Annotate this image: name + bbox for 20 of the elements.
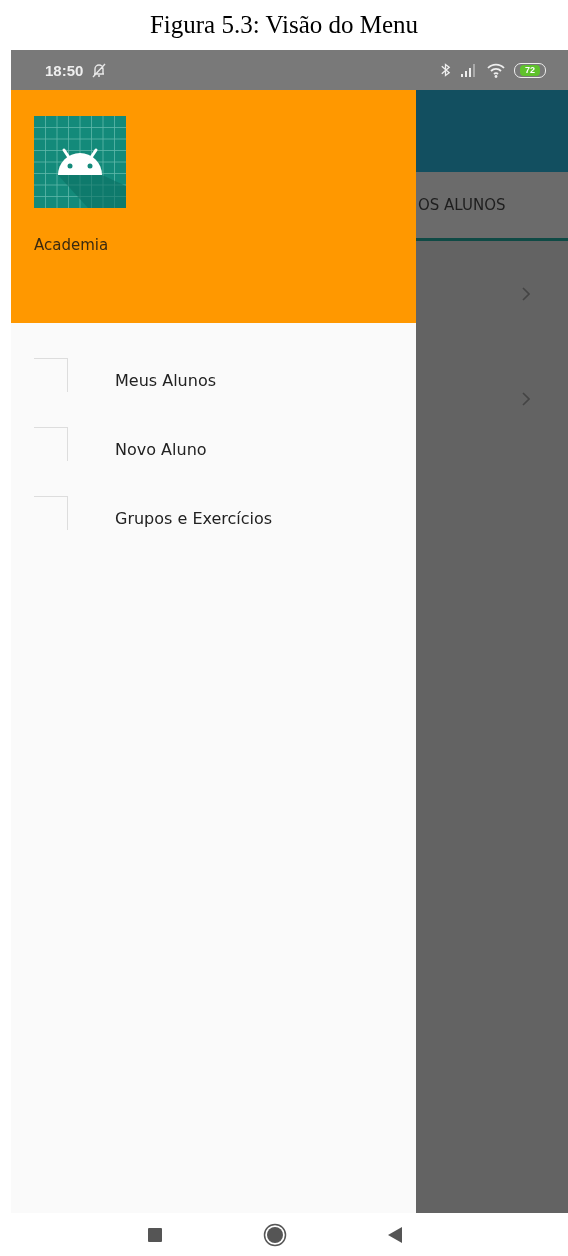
icon-placeholder — [34, 357, 68, 392]
bell-off-icon — [91, 62, 108, 78]
back-icon[interactable] — [386, 1225, 403, 1244]
menu-item[interactable]: Novo Aluno — [11, 416, 416, 485]
chevron-right-icon — [522, 286, 530, 301]
signal-icon — [460, 63, 478, 77]
wifi-icon — [486, 62, 506, 78]
chevron-right-icon — [522, 391, 530, 406]
bluetooth-icon — [439, 62, 452, 78]
robot-logo-icon — [34, 116, 126, 208]
square-icon[interactable] — [146, 1226, 163, 1243]
icon-placeholder — [34, 495, 68, 530]
menu-item[interactable]: Grupos e Exercícios — [11, 485, 416, 554]
figure-caption: Figura 5.3: Visão do Menu — [149, 11, 419, 39]
app-name: Academia — [34, 236, 110, 254]
battery-indicator: 72 — [514, 62, 546, 78]
home-icon[interactable] — [262, 1222, 287, 1247]
status-time: 18:50 — [45, 61, 84, 79]
icon-placeholder — [34, 426, 68, 461]
menu-item[interactable]: Meus Alunos — [11, 347, 416, 416]
